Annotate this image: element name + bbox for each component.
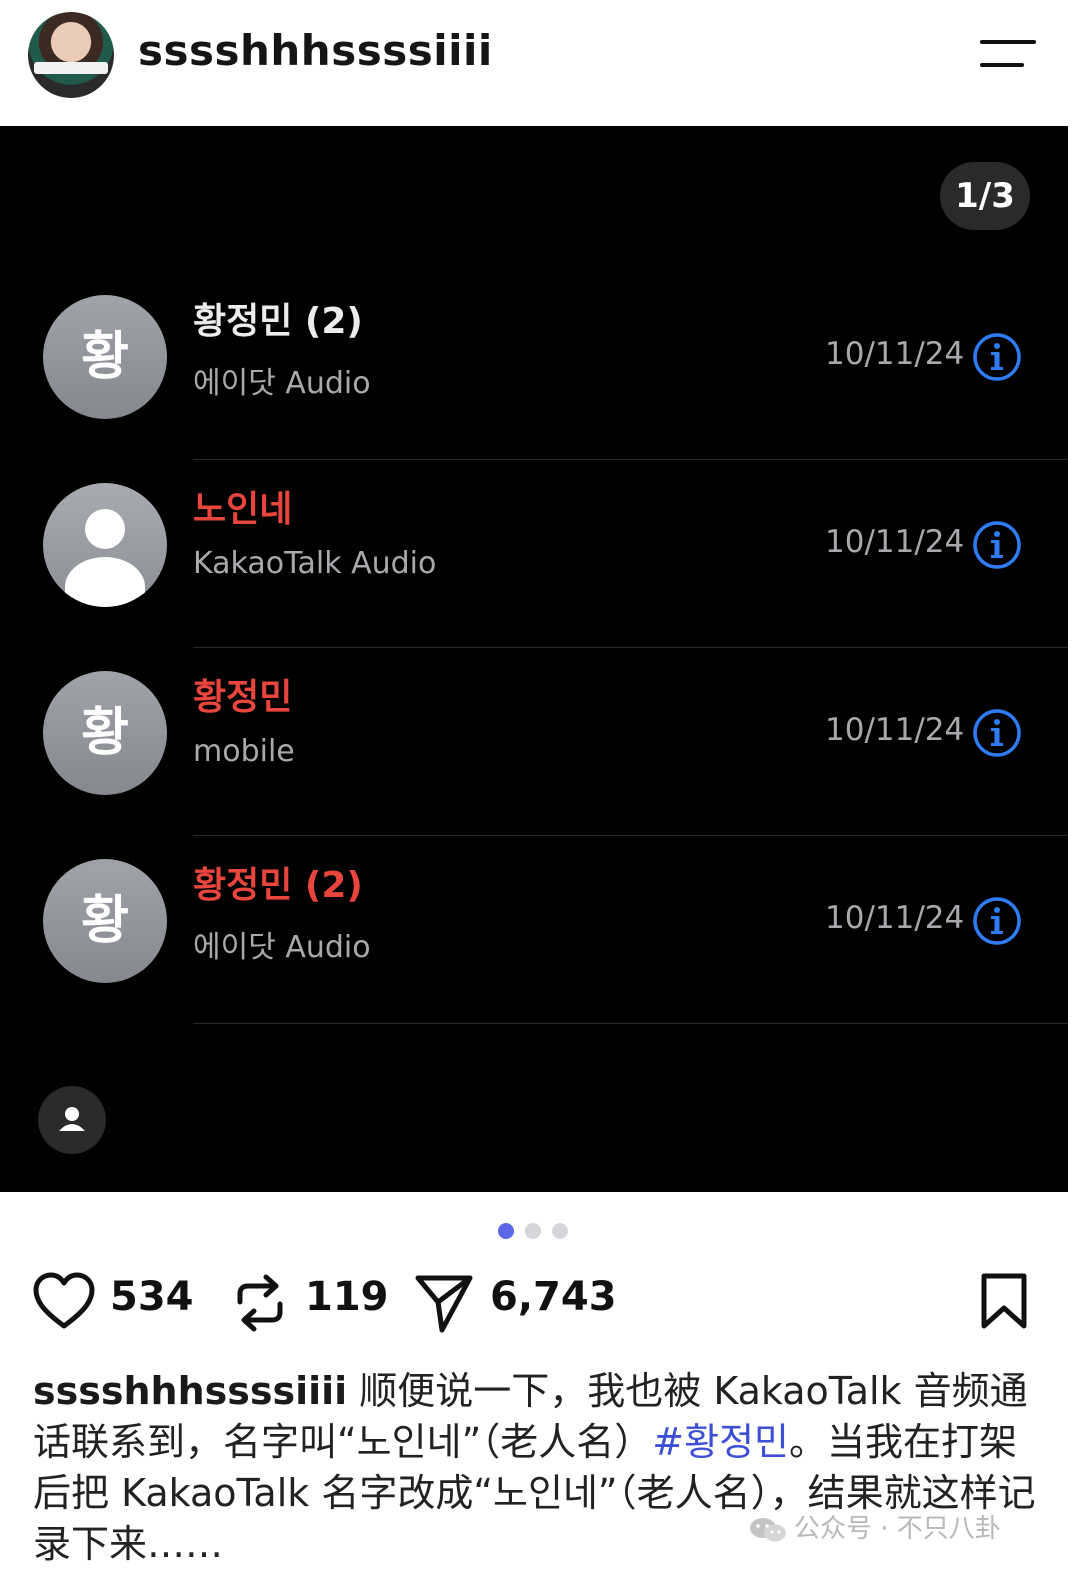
carousel-dot — [552, 1223, 568, 1239]
caption-hashtag[interactable]: #황정민 — [652, 1420, 789, 1464]
wechat-icon — [750, 1517, 786, 1541]
repost-count: 119 — [305, 1274, 389, 1320]
contact-avatar: 황 — [43, 295, 167, 419]
caption-username[interactable]: sssshhhssssiiii — [33, 1369, 347, 1413]
info-icon[interactable] — [972, 332, 1022, 382]
watermark: 公众号 · 不只八卦 — [748, 1508, 1001, 1545]
menu-icon[interactable] — [980, 38, 1036, 72]
call-row[interactable]: 황 황정민 (2) 에이닷 Audio 10/11/24 — [0, 836, 1068, 1024]
profile-username[interactable]: sssshhhssssiiii — [138, 26, 493, 75]
contact-name: 노인네 — [193, 489, 293, 530]
call-date: 10/11/24 — [825, 524, 965, 560]
repost-icon[interactable] — [232, 1272, 288, 1334]
row-divider — [193, 1023, 1068, 1024]
tagged-people-button[interactable] — [38, 1086, 106, 1154]
person-icon — [59, 1107, 85, 1131]
call-row[interactable]: 황 황정민 (2) 에이닷 Audio 10/11/24 — [0, 272, 1068, 460]
info-icon[interactable] — [972, 896, 1022, 946]
post-image[interactable]: 1/3 황 황정민 (2) 에이닷 Audio 10/11/24 노인네 Kak… — [0, 126, 1068, 1192]
contact-name: 황정민 (2) — [193, 301, 363, 342]
like-count: 534 — [110, 1274, 194, 1320]
contact-name: 황정민 — [193, 677, 293, 718]
call-row[interactable]: 노인네 KakaoTalk Audio 10/11/24 — [0, 460, 1068, 648]
action-bar: 534 119 6,743 — [0, 1262, 1080, 1342]
call-date: 10/11/24 — [825, 900, 965, 936]
share-count: 6,743 — [490, 1274, 617, 1320]
contact-avatar: 황 — [43, 859, 167, 983]
share-icon[interactable] — [414, 1272, 474, 1334]
profile-avatar[interactable] — [28, 12, 114, 98]
call-type: 에이닷 Audio — [193, 366, 371, 401]
heart-icon[interactable] — [32, 1272, 96, 1332]
call-type: mobile — [193, 734, 295, 769]
person-avatar-icon — [43, 483, 167, 607]
call-date: 10/11/24 — [825, 712, 965, 748]
call-type: KakaoTalk Audio — [193, 546, 437, 581]
info-icon[interactable] — [972, 708, 1022, 758]
call-row[interactable]: 황 황정민 mobile 10/11/24 — [0, 648, 1068, 836]
carousel-dot — [525, 1223, 541, 1239]
call-date: 10/11/24 — [825, 336, 965, 372]
contact-name: 황정민 (2) — [193, 865, 363, 906]
call-type: 에이닷 Audio — [193, 930, 371, 965]
contact-avatar: 황 — [43, 671, 167, 795]
watermark-text: 公众号 · 不只八卦 — [794, 1514, 1001, 1544]
carousel-counter: 1/3 — [940, 162, 1030, 230]
carousel-indicator — [498, 1223, 578, 1241]
carousel-dot-active — [498, 1223, 514, 1239]
bookmark-icon[interactable] — [980, 1272, 1028, 1330]
info-icon[interactable] — [972, 520, 1022, 570]
post-header: sssshhhssssiiii — [0, 0, 1080, 126]
